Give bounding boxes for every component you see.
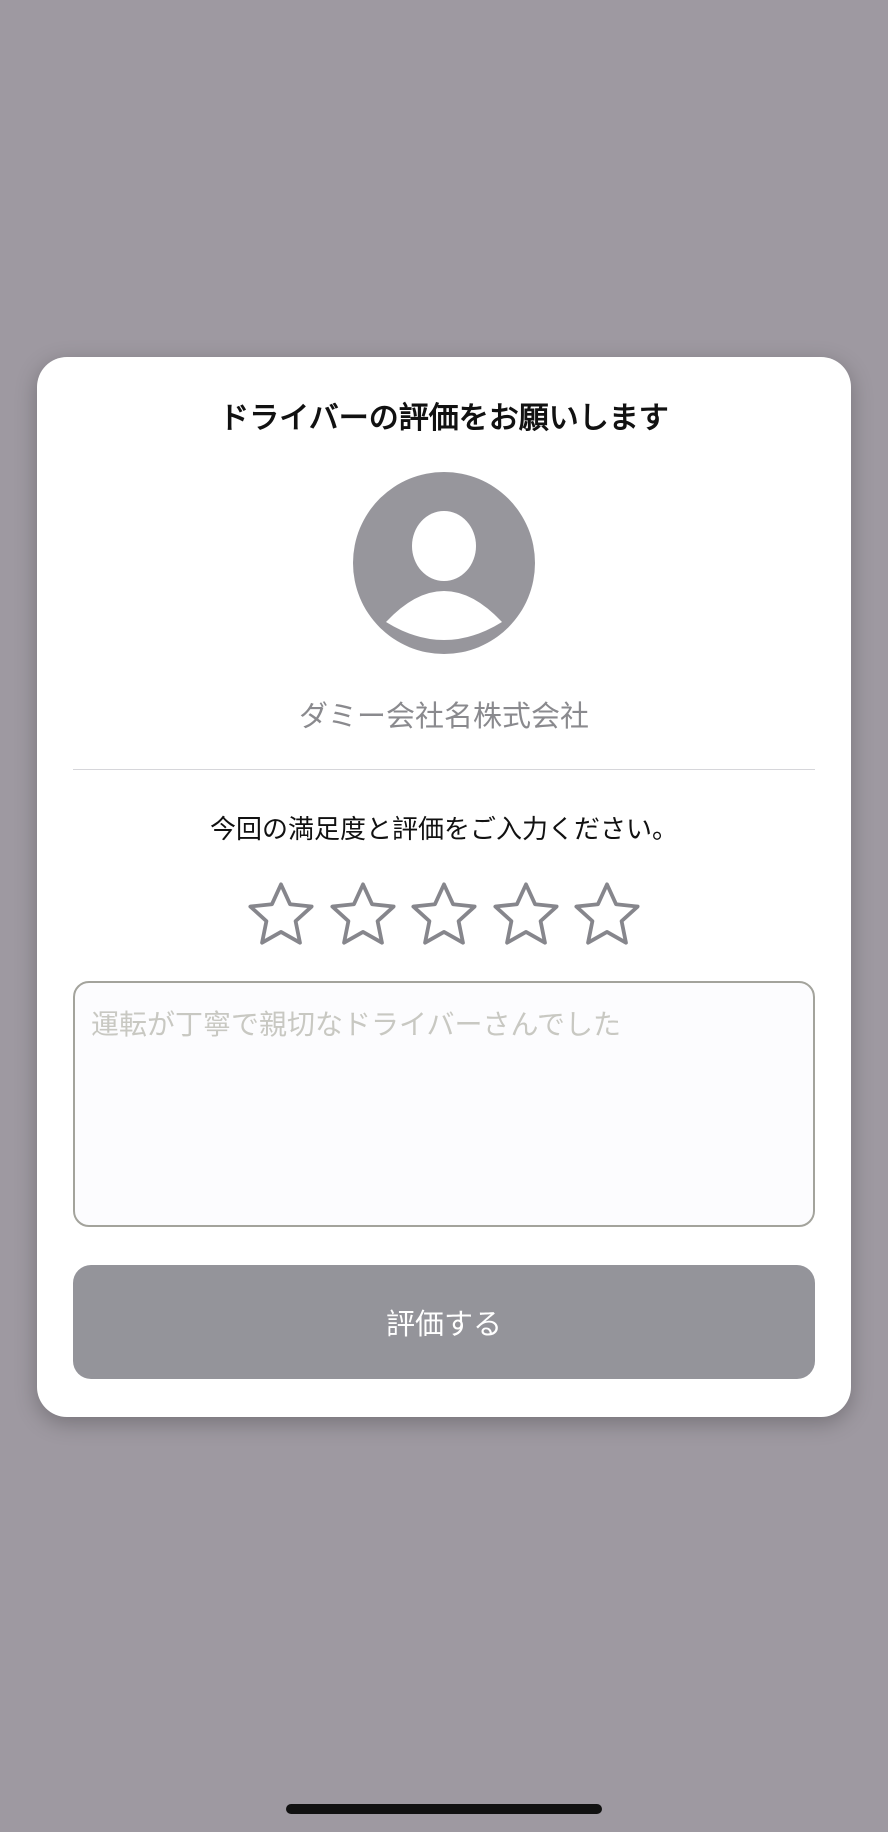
star-outline-icon[interactable] [491,880,561,950]
company-name: ダミー会社名株式会社 [298,699,589,733]
star-outline-icon[interactable] [572,880,642,950]
star-rating [246,880,642,952]
user-avatar-icon [353,472,535,654]
rating-prompt: 今回の満足度と評価をご入力ください。 [209,815,678,845]
comment-textarea[interactable] [73,981,815,1227]
star-outline-icon[interactable] [328,880,398,950]
rating-dialog: ドライバーの評価をお願いします ダミー会社名株式会社 今回の満足度と評価をご入力… [37,357,851,1417]
dialog-title: ドライバーの評価をお願いします [219,401,669,436]
submit-rating-button[interactable]: 評価する [73,1265,815,1379]
home-indicator [286,1804,602,1814]
divider [73,769,815,770]
star-outline-icon[interactable] [409,880,479,950]
star-outline-icon[interactable] [246,880,316,950]
